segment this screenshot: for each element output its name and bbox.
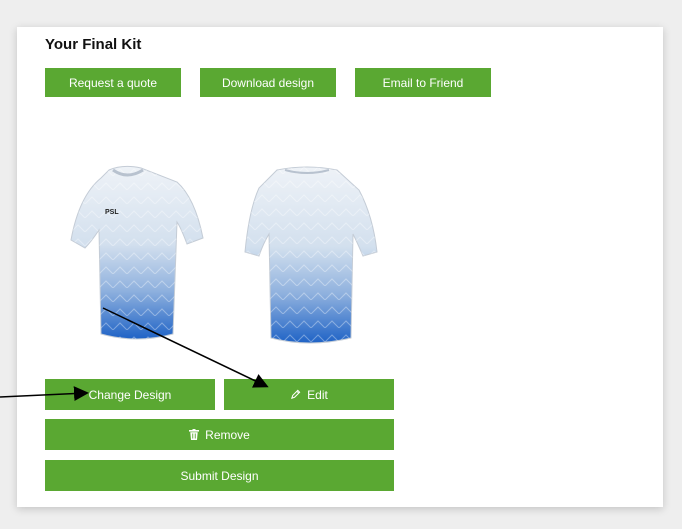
kit-front-image: PSL: [70, 165, 204, 340]
change-design-button[interactable]: Change Design: [45, 379, 215, 410]
edit-button[interactable]: Edit: [224, 379, 394, 410]
remove-button[interactable]: Remove: [45, 419, 394, 450]
page-title: Your Final Kit: [45, 36, 142, 53]
remove-label: Remove: [205, 427, 250, 442]
kit-back-image: [244, 166, 378, 344]
shirt-logo: PSL: [105, 209, 119, 216]
email-friend-button[interactable]: Email to Friend: [355, 68, 491, 97]
final-kit-panel: Your Final Kit Request a quote Download …: [17, 27, 663, 507]
request-quote-button[interactable]: Request a quote: [45, 68, 181, 97]
download-design-button[interactable]: Download design: [200, 68, 336, 97]
edit-label: Edit: [307, 387, 328, 402]
trash-icon: [189, 429, 200, 440]
submit-design-button[interactable]: Submit Design: [45, 460, 394, 491]
pencil-icon: [291, 389, 301, 399]
